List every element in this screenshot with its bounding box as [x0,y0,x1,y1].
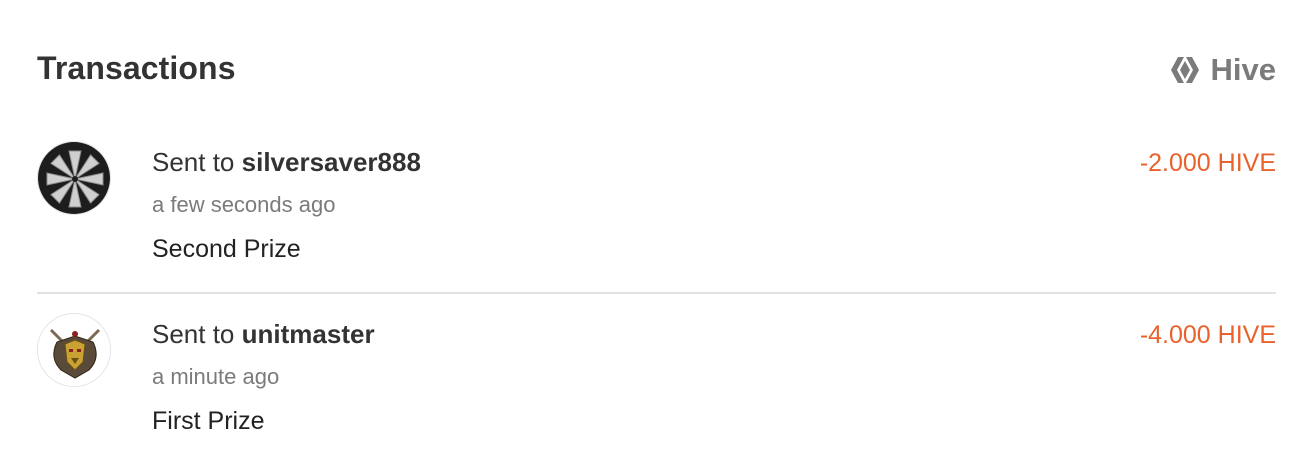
avatar[interactable] [37,141,111,215]
avatar[interactable] [37,313,111,387]
hive-logo-icon [1170,57,1199,83]
transaction-time: a minute ago [152,364,280,389]
transaction-item: Sent to silversaver888 a few seconds ago… [37,140,1276,280]
divider [37,292,1276,294]
counterparty-link[interactable]: silversaver888 [242,147,421,177]
transactions-header: Transactions Hive [37,48,1276,92]
transaction-time: a few seconds ago [152,192,336,217]
transaction-memo: Second Prize [152,235,301,263]
direction-label: Sent to [152,319,235,349]
direction-label: Sent to [152,147,235,177]
warrior-crest-avatar [38,314,110,386]
transaction-memo: First Prize [152,407,265,435]
page-title: Transactions [37,50,236,86]
brand-label: Hive [1210,52,1276,87]
transaction-description: Sent to unitmaster [152,319,375,350]
transaction-amount: -2.000 HIVE [1139,149,1276,177]
transaction-description: Sent to silversaver888 [152,147,421,178]
hive-brand: Hive [1169,50,1276,90]
transaction-item: Sent to unitmaster a minute ago First Pr… [37,312,1276,452]
transactions-panel: Transactions Hive Sent to silversaver888… [37,0,1276,463]
silver-bars-avatar [38,142,110,214]
transaction-amount: -4.000 HIVE [1139,321,1276,349]
counterparty-link[interactable]: unitmaster [242,319,375,349]
